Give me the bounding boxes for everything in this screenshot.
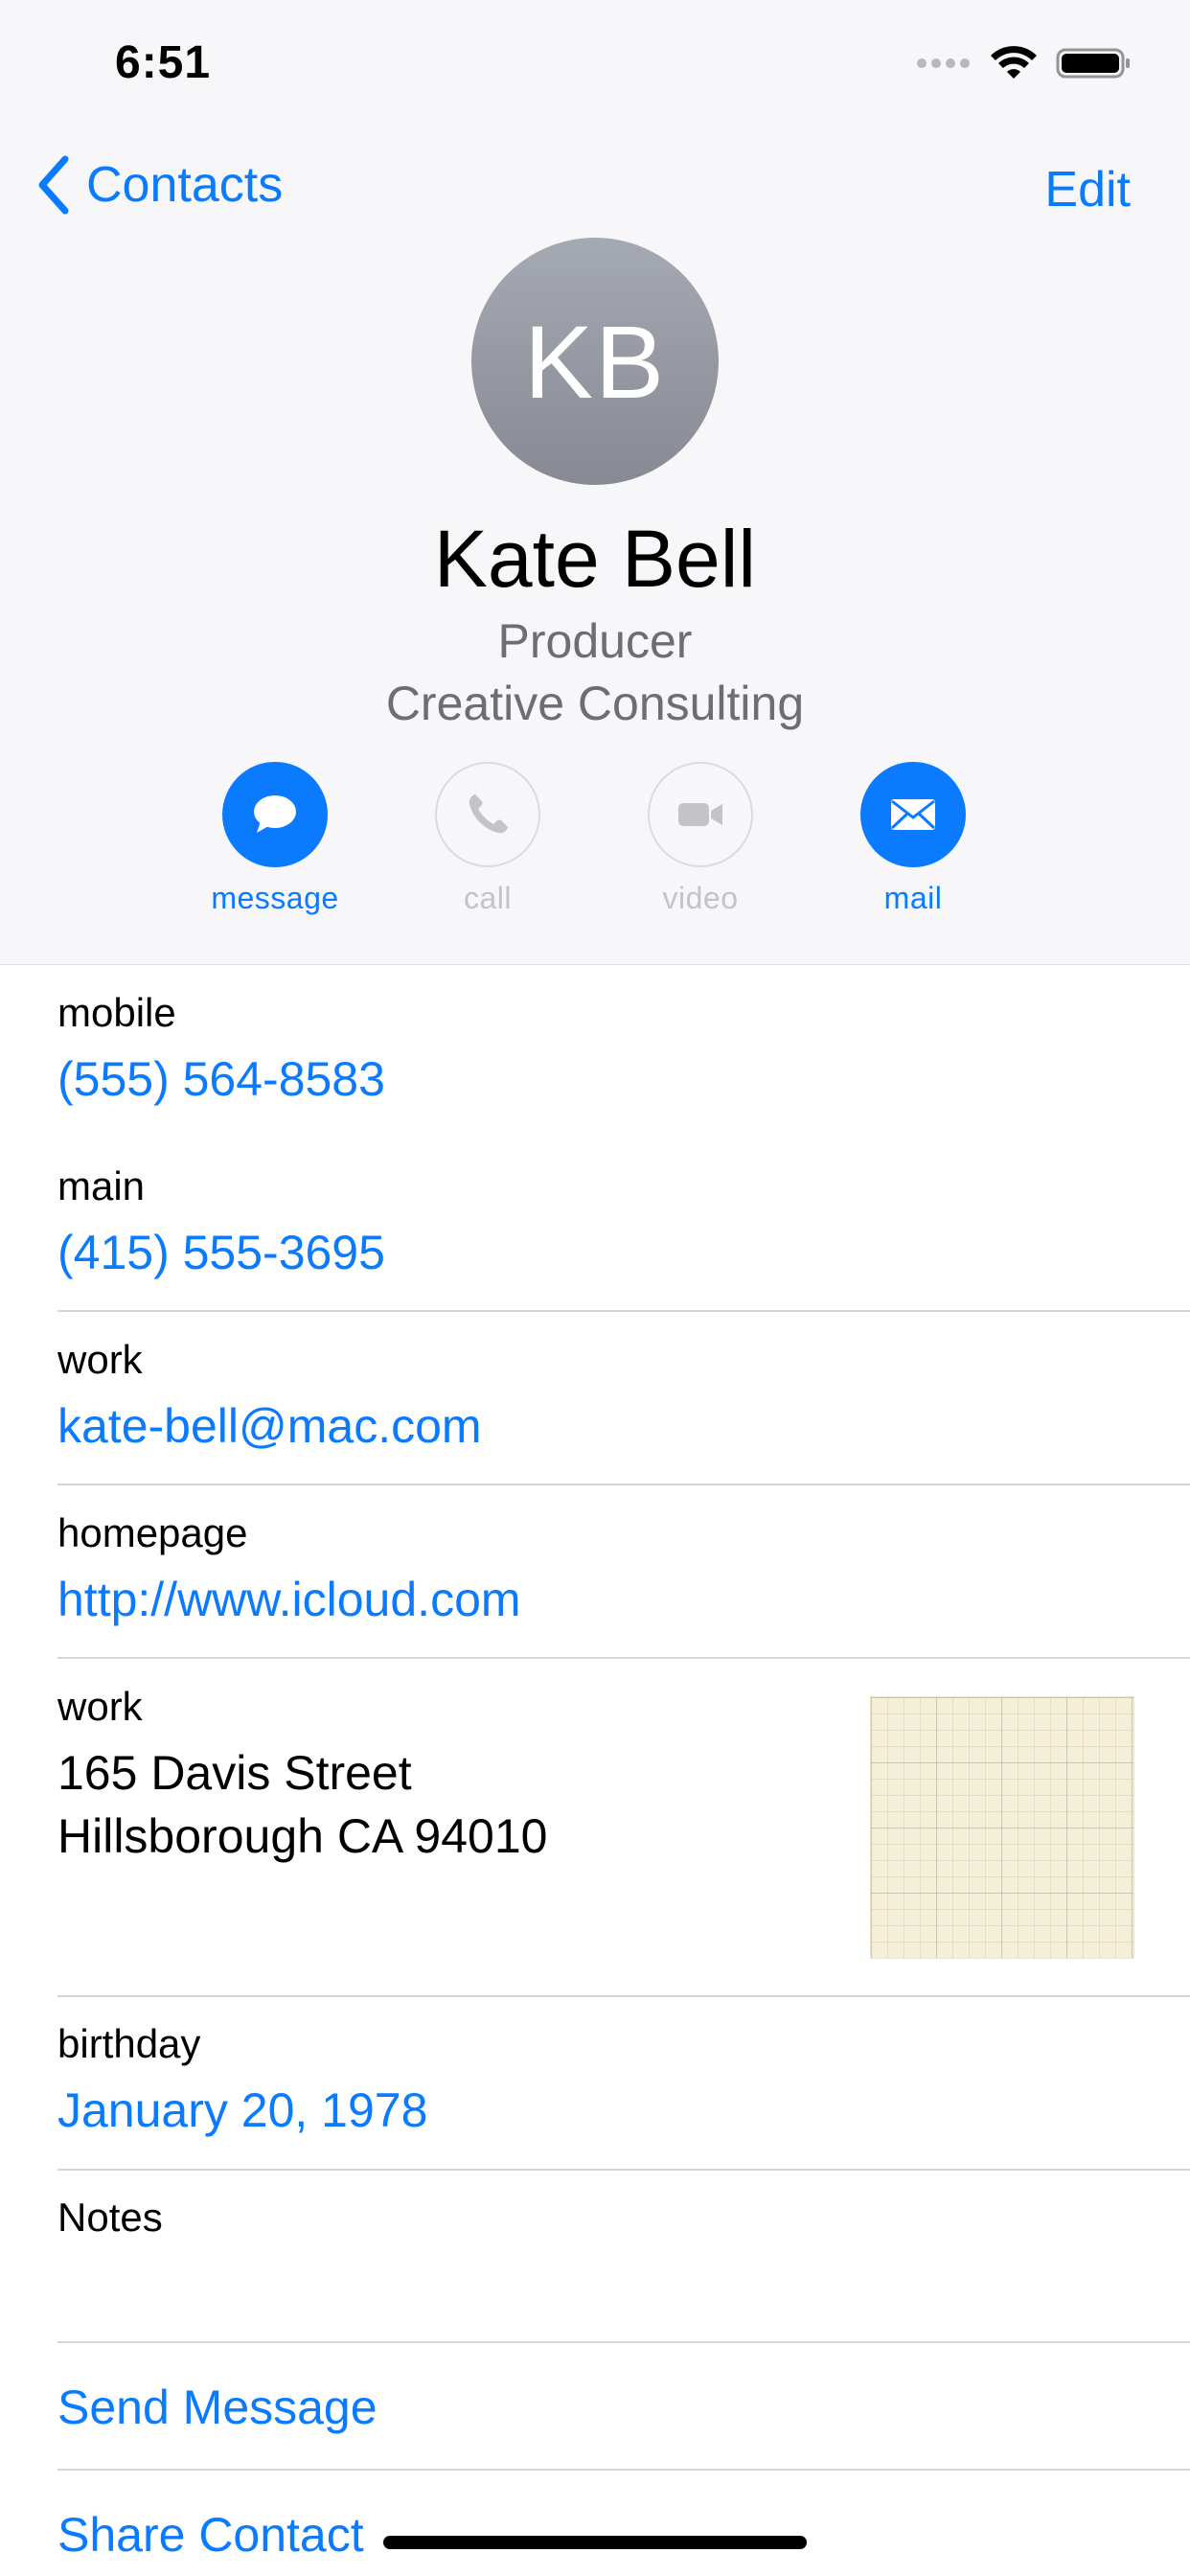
mail-action-label: mail <box>883 881 943 915</box>
notes-row[interactable]: Notes <box>57 2194 1190 2255</box>
contact-detail-screen: 6:51 Contacts Edit KB Kate Bell Producer… <box>0 0 1190 2576</box>
notes-label: Notes <box>57 2195 163 2240</box>
mobile-label: mobile <box>57 990 176 1035</box>
homepage-label: homepage <box>57 1510 248 1555</box>
chevron-left-icon <box>38 155 69 215</box>
birthday-label: birthday <box>57 2021 201 2066</box>
divider <box>57 2169 1190 2171</box>
divider <box>57 1310 1190 1312</box>
battery-icon <box>1056 48 1130 79</box>
message-action-button[interactable]: message <box>179 762 371 916</box>
divider <box>57 2341 1190 2343</box>
contact-job-title: Producer <box>497 614 693 668</box>
divider <box>57 1484 1190 1485</box>
video-action-button[interactable]: video <box>605 762 796 916</box>
home-indicator[interactable] <box>383 2536 807 2549</box>
phone-icon <box>469 794 508 834</box>
mobile-number[interactable]: (555) 564-8583 <box>57 1050 1190 1108</box>
video-camera-icon <box>678 803 722 826</box>
main-number[interactable]: (415) 555-3695 <box>57 1224 1190 1281</box>
homepage-url[interactable]: http://www.icloud.com <box>57 1571 1190 1628</box>
mobile-phone-row[interactable]: mobile (555) 564-8583 <box>57 989 1190 1108</box>
mail-action-button[interactable]: mail <box>817 762 1009 916</box>
status-indicators <box>917 44 1133 82</box>
share-contact-button[interactable]: Share Contact <box>57 2507 364 2563</box>
avatar-initials: KB <box>523 303 667 420</box>
message-bubble-icon <box>254 795 296 833</box>
birthday-date[interactable]: January 20, 1978 <box>57 2082 1190 2139</box>
wifi-icon <box>991 46 1037 79</box>
divider <box>57 1995 1190 1997</box>
birthday-row[interactable]: birthday January 20, 1978 <box>57 2020 1190 2139</box>
avatar: KB <box>471 238 719 485</box>
edit-button[interactable]: Edit <box>1044 161 1131 218</box>
contact-company: Creative Consulting <box>385 677 805 730</box>
divider <box>57 2469 1190 2471</box>
back-button-label: Contacts <box>86 157 284 213</box>
video-action-label: video <box>662 881 739 915</box>
main-phone-row[interactable]: main (415) 555-3695 <box>57 1162 1190 1281</box>
quick-actions: message call video mail <box>0 762 1190 934</box>
homepage-row[interactable]: homepage http://www.icloud.com <box>57 1509 1190 1628</box>
cellular-signal-icon <box>917 58 970 68</box>
call-action-button[interactable]: call <box>392 762 584 916</box>
divider <box>57 1657 1190 1659</box>
email-address[interactable]: kate-bell@mac.com <box>57 1397 1190 1455</box>
address-map-thumbnail[interactable] <box>870 1696 1134 1959</box>
back-button[interactable]: Contacts <box>34 153 283 217</box>
call-action-label: call <box>463 881 512 915</box>
main-label: main <box>57 1163 146 1208</box>
email-row[interactable]: work kate-bell@mac.com <box>57 1336 1190 1455</box>
email-label: work <box>57 1337 143 1382</box>
envelope-icon <box>890 799 936 830</box>
message-action-label: message <box>211 881 339 915</box>
contact-name: Kate Bell <box>433 514 757 604</box>
status-time: 6:51 <box>115 37 212 88</box>
send-message-button[interactable]: Send Message <box>57 2380 378 2435</box>
